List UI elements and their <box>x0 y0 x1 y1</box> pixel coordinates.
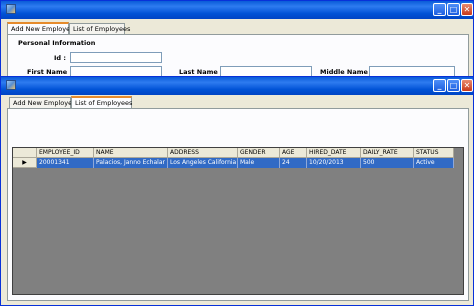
table-cell[interactable]: 24 <box>280 158 307 168</box>
grid-header: EMPLOYEE_ID NAME ADDRESS GENDER AGE HIRE… <box>13 148 454 158</box>
table-cell[interactable]: Palacios, Janno Echalar <box>94 158 168 168</box>
table-cell[interactable]: 10/20/2013 <box>307 158 361 168</box>
column-header[interactable]: DAILY_RATE <box>361 148 414 158</box>
maximize-button[interactable]: □ <box>447 3 460 16</box>
minimize-button[interactable]: _ <box>433 79 446 92</box>
tab-list-of-employees[interactable]: List of Employees <box>69 23 130 34</box>
app-icon <box>6 4 16 14</box>
column-header[interactable]: GENDER <box>238 148 280 158</box>
last-name-label: Last Name : <box>179 68 223 76</box>
close-button[interactable]: ✕ <box>461 79 473 92</box>
table-cell[interactable]: Los Angeles California <box>168 158 238 168</box>
row-header-corner <box>13 148 37 158</box>
middle-name-label: Middle Name : <box>320 68 373 76</box>
table-cell[interactable]: Active <box>414 158 454 168</box>
minimize-button[interactable]: _ <box>433 3 446 16</box>
column-header[interactable]: STATUS <box>414 148 454 158</box>
column-header[interactable]: NAME <box>94 148 168 158</box>
front-window: _ □ ✕ Add New Employee List of Employees… <box>0 76 474 306</box>
row-pointer-icon[interactable]: ▶ <box>13 158 37 168</box>
id-field[interactable] <box>70 52 162 63</box>
table-cell[interactable]: Male <box>238 158 280 168</box>
close-button[interactable]: ✕ <box>461 3 473 16</box>
maximize-button[interactable]: □ <box>447 79 460 92</box>
table-cell[interactable]: 500 <box>361 158 414 168</box>
app-icon <box>6 80 16 90</box>
front-tab-panel: EMPLOYEE_ID NAME ADDRESS GENDER AGE HIRE… <box>7 108 469 301</box>
column-header[interactable]: ADDRESS <box>168 148 238 158</box>
id-label: Id : <box>54 54 66 62</box>
tab-add-new-employee[interactable]: Add New Employee <box>9 97 76 108</box>
column-header[interactable]: HIRED_DATE <box>307 148 361 158</box>
table-row[interactable]: ▶ 20001341 Palacios, Janno Echalar Los A… <box>13 158 454 168</box>
column-header[interactable]: EMPLOYEE_ID <box>37 148 94 158</box>
group-title: Personal Information <box>18 39 96 47</box>
front-window-titlebar[interactable]: _ □ ✕ <box>1 77 473 95</box>
back-window-titlebar[interactable]: _ □ ✕ <box>1 1 473 19</box>
first-name-label: First Name : <box>27 68 72 76</box>
column-header[interactable]: AGE <box>280 148 307 158</box>
employees-grid[interactable]: EMPLOYEE_ID NAME ADDRESS GENDER AGE HIRE… <box>12 147 464 295</box>
table-cell[interactable]: 20001341 <box>37 158 94 168</box>
